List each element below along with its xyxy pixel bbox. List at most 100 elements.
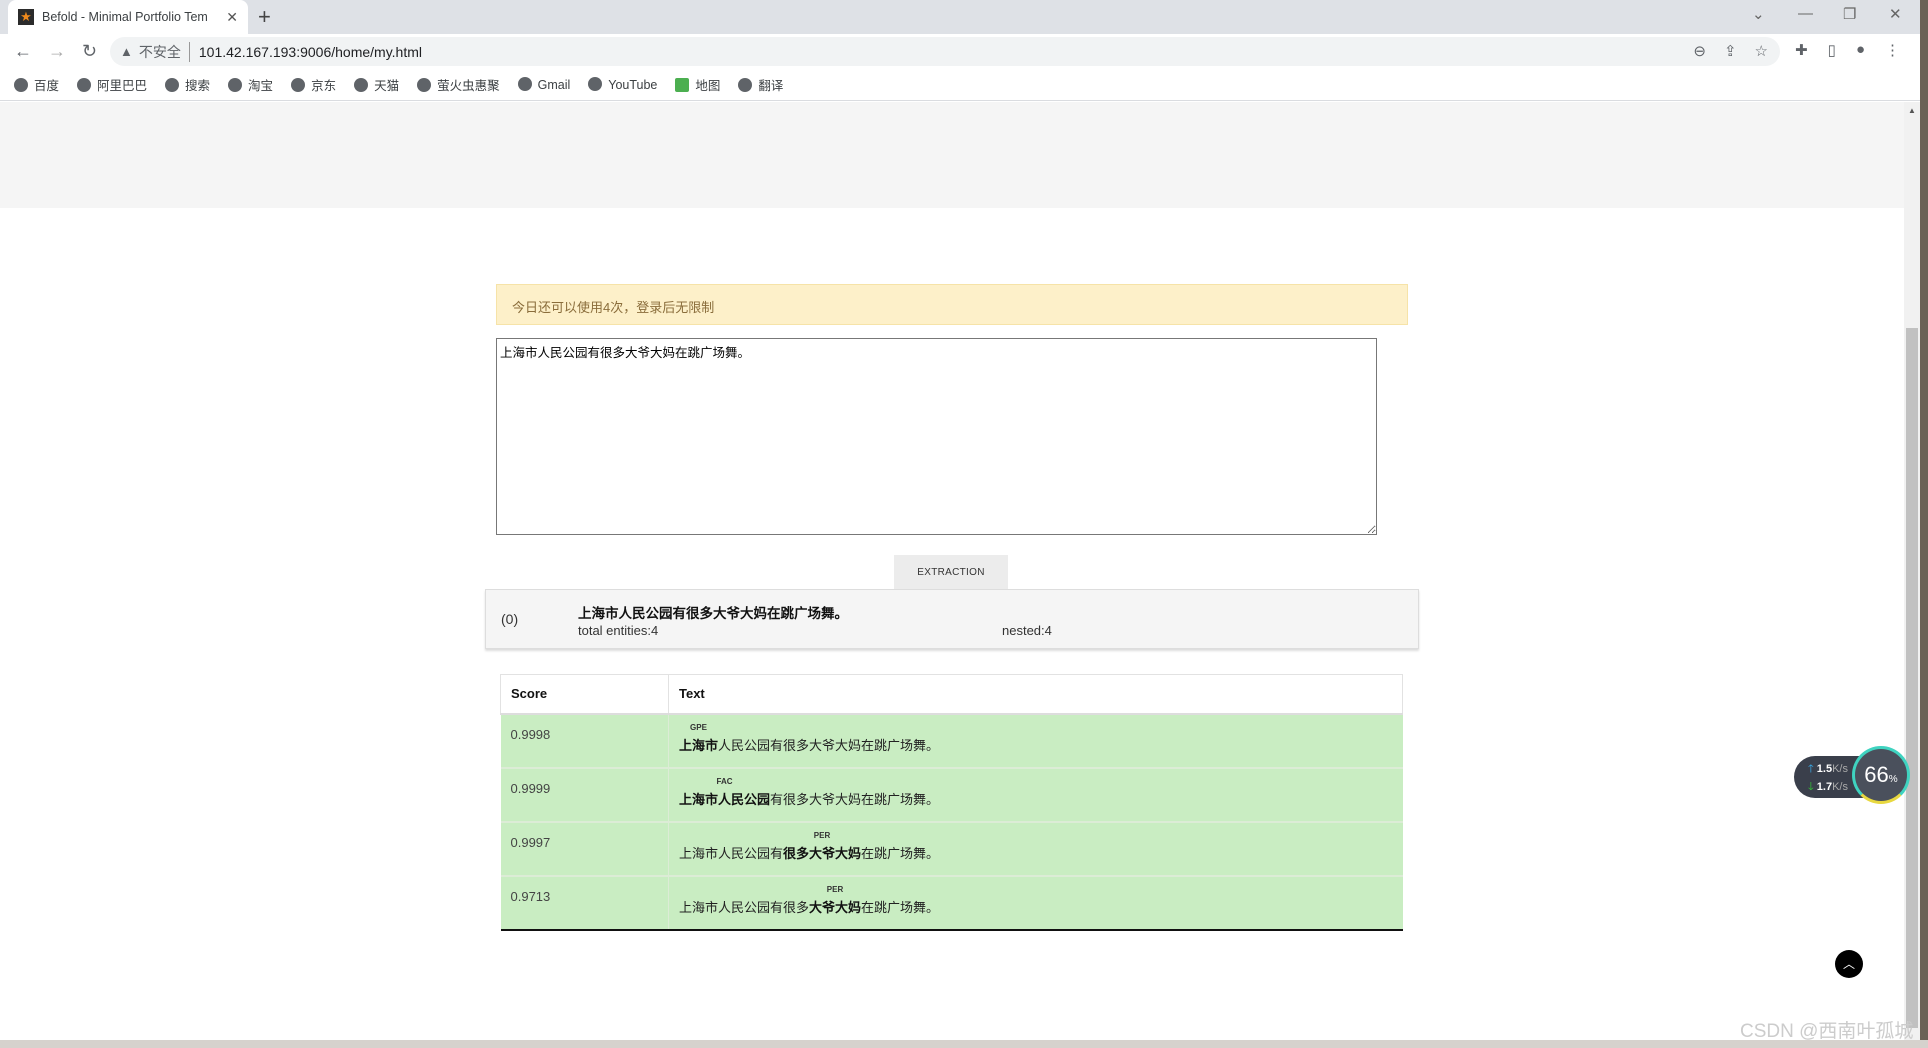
entity-text: 上海市 — [679, 737, 719, 753]
scroll-to-top-button[interactable]: ︿ — [1835, 950, 1863, 978]
text-cell: GPE 上海市人民公园有很多大爷大妈在跳广场舞。 — [668, 712, 1403, 768]
table-row: 0.9713 上海市人民公园有很多 PER 大爷大妈在跳广场舞。 — [500, 874, 1403, 931]
memory-gauge[interactable]: 66% — [1852, 746, 1910, 804]
extraction-button[interactable]: EXTRACTION — [894, 555, 1008, 589]
nested-count: nested:4 — [1002, 623, 1052, 638]
entity-span: FAC 上海市人民公园 — [679, 777, 771, 807]
text-header: Text — [668, 674, 1403, 715]
text-input[interactable]: 上海市人民公园有很多大爷大妈在跳广场舞。 — [496, 338, 1377, 535]
globe-icon — [517, 77, 532, 91]
entity-text: 上海市人民公园 — [679, 791, 771, 807]
bookmark-item[interactable]: 阿里巴巴 — [77, 75, 147, 94]
globe-icon — [354, 78, 369, 92]
globe-icon — [588, 77, 603, 91]
usage-alert: 今日还可以使用4次，登录后无限制 — [496, 284, 1408, 325]
bookmark-item[interactable]: 百度 — [14, 75, 59, 94]
new-tab-button[interactable]: + — [258, 4, 271, 30]
entity-table: Score Text 0.9998 GPE 上海市人民公园有很多大爷大妈在跳广场舞… — [500, 674, 1403, 931]
table-row: 0.9997 上海市人民公园有 PER 很多大爷大妈在跳广场舞。 — [500, 820, 1403, 876]
close-window-button[interactable]: ✕ — [1889, 5, 1902, 23]
url-bar[interactable]: ▲ 不安全 101.42.167.193:9006/home/my.html ⊖… — [110, 37, 1780, 66]
scrollbar[interactable]: ▲ — [1904, 102, 1920, 1040]
bookmarks-bar: 百度 阿里巴巴 搜索 淘宝 京东 天猫 萤火虫惠聚 Gmail YouTube … — [0, 69, 1920, 101]
bookmark-item[interactable]: YouTube — [588, 77, 657, 92]
entity-span: GPE 上海市 — [679, 723, 719, 753]
table-row: 0.9998 GPE 上海市人民公园有很多大爷大妈在跳广场舞。 — [500, 712, 1403, 768]
result-summary: (0) 上海市人民公园有很多大爷大妈在跳广场舞。 total entities:… — [485, 589, 1419, 649]
maps-icon — [675, 78, 690, 92]
text-after: 人民公园有很多大爷大妈在跳广场舞。 — [718, 737, 940, 753]
side-panel-icon[interactable]: ▯ — [1828, 41, 1836, 59]
score-cell: 0.9998 — [500, 712, 669, 768]
text-cell: 上海市人民公园有 PER 很多大爷大妈在跳广场舞。 — [668, 820, 1403, 876]
star-favicon-icon: ★ — [18, 9, 34, 25]
taskbar — [0, 1040, 1928, 1048]
result-sentence: 上海市人民公园有很多大爷大妈在跳广场舞。 — [578, 606, 848, 621]
globe-icon — [77, 78, 92, 92]
tab-search-icon[interactable]: ⌄ — [1752, 5, 1765, 23]
browser-window: ★ Befold - Minimal Portfolio Tem ✕ + ⌄ —… — [0, 0, 1920, 1040]
watermark: CSDN @西南叶孤城 — [1740, 1021, 1914, 1042]
warning-icon: ▲ — [120, 44, 133, 59]
bookmark-item[interactable]: 搜索 — [165, 75, 210, 94]
total-entities: total entities:4 — [578, 623, 659, 638]
share-icon[interactable]: ⇪ — [1724, 42, 1737, 60]
globe-icon — [738, 78, 753, 92]
page-content: 今日还可以使用4次，登录后无限制 上海市人民公园有很多大爷大妈在跳广场舞。 EX… — [0, 102, 1904, 1040]
bookmark-item[interactable]: 淘宝 — [228, 75, 273, 94]
restore-button[interactable]: ❐ — [1843, 5, 1856, 23]
text-cell: FAC 上海市人民公园有很多大爷大妈在跳广场舞。 — [668, 766, 1403, 822]
globe-icon — [165, 78, 180, 92]
score-cell: 0.9713 — [500, 874, 669, 931]
menu-icon[interactable]: ⋮ — [1885, 41, 1900, 59]
url-text[interactable]: 101.42.167.193:9006/home/my.html — [199, 44, 422, 60]
back-icon[interactable]: ← — [14, 41, 34, 62]
bookmark-item[interactable]: 地图 — [675, 75, 720, 94]
entity-label: GPE — [690, 722, 707, 732]
bookmark-item[interactable]: Gmail — [517, 77, 570, 92]
score-cell: 0.9999 — [500, 766, 669, 822]
bookmark-item[interactable]: 翻译 — [738, 75, 783, 94]
bookmark-item[interactable]: 天猫 — [354, 75, 399, 94]
header-band — [0, 102, 1904, 208]
browser-tab[interactable]: ★ Befold - Minimal Portfolio Tem ✕ — [8, 0, 248, 34]
result-index: (0) — [501, 611, 519, 627]
upload-arrow-icon: 🡑 — [1808, 763, 1814, 775]
bookmark-star-icon[interactable]: ☆ — [1755, 42, 1768, 60]
entity-span: PER 很多大爷大妈 — [783, 831, 862, 861]
globe-icon — [417, 78, 432, 92]
zoom-icon[interactable]: ⊖ — [1693, 42, 1706, 60]
globe-icon — [228, 78, 243, 92]
scroll-thumb[interactable] — [1906, 328, 1918, 1028]
security-label[interactable]: 不安全 — [139, 41, 190, 62]
forward-icon[interactable]: → — [48, 41, 68, 62]
extensions-icon[interactable]: ✚ — [1795, 41, 1808, 59]
entity-label: PER — [826, 884, 844, 894]
reload-icon[interactable]: ↻ — [82, 41, 102, 62]
profile-icon[interactable]: ● — [1856, 41, 1865, 59]
globe-icon — [291, 78, 306, 92]
download-arrow-icon: 🡓 — [1808, 781, 1814, 793]
bookmark-item[interactable]: 京东 — [291, 75, 336, 94]
tab-title: Befold - Minimal Portfolio Tem — [42, 10, 208, 24]
address-bar-row: ← → ↻ ▲ 不安全 101.42.167.193:9006/home/my.… — [0, 34, 1920, 69]
minimize-button[interactable]: — — [1798, 5, 1813, 22]
scroll-up-icon[interactable]: ▲ — [1908, 106, 1916, 115]
entity-text: 大爷大妈 — [809, 899, 862, 915]
text-before: 上海市人民公园有很多 — [679, 899, 810, 915]
close-tab-icon[interactable]: ✕ — [226, 9, 238, 26]
score-cell: 0.9997 — [500, 820, 669, 876]
text-after: 在跳广场舞。 — [861, 845, 940, 861]
entity-label: FAC — [716, 776, 733, 786]
text-after: 在跳广场舞。 — [861, 899, 940, 915]
score-header: Score — [500, 674, 669, 715]
entity-span: PER 大爷大妈 — [809, 885, 862, 915]
text-after: 有很多大爷大妈在跳广场舞。 — [770, 791, 940, 807]
text-before: 上海市人民公园有 — [679, 845, 784, 861]
tab-bar: ★ Befold - Minimal Portfolio Tem ✕ + ⌄ —… — [0, 0, 1920, 34]
entity-text: 很多大爷大妈 — [783, 845, 862, 861]
text-cell: 上海市人民公园有很多 PER 大爷大妈在跳广场舞。 — [668, 874, 1403, 931]
entity-label: PER — [813, 830, 831, 840]
globe-icon — [14, 78, 28, 92]
bookmark-item[interactable]: 萤火虫惠聚 — [417, 75, 500, 94]
